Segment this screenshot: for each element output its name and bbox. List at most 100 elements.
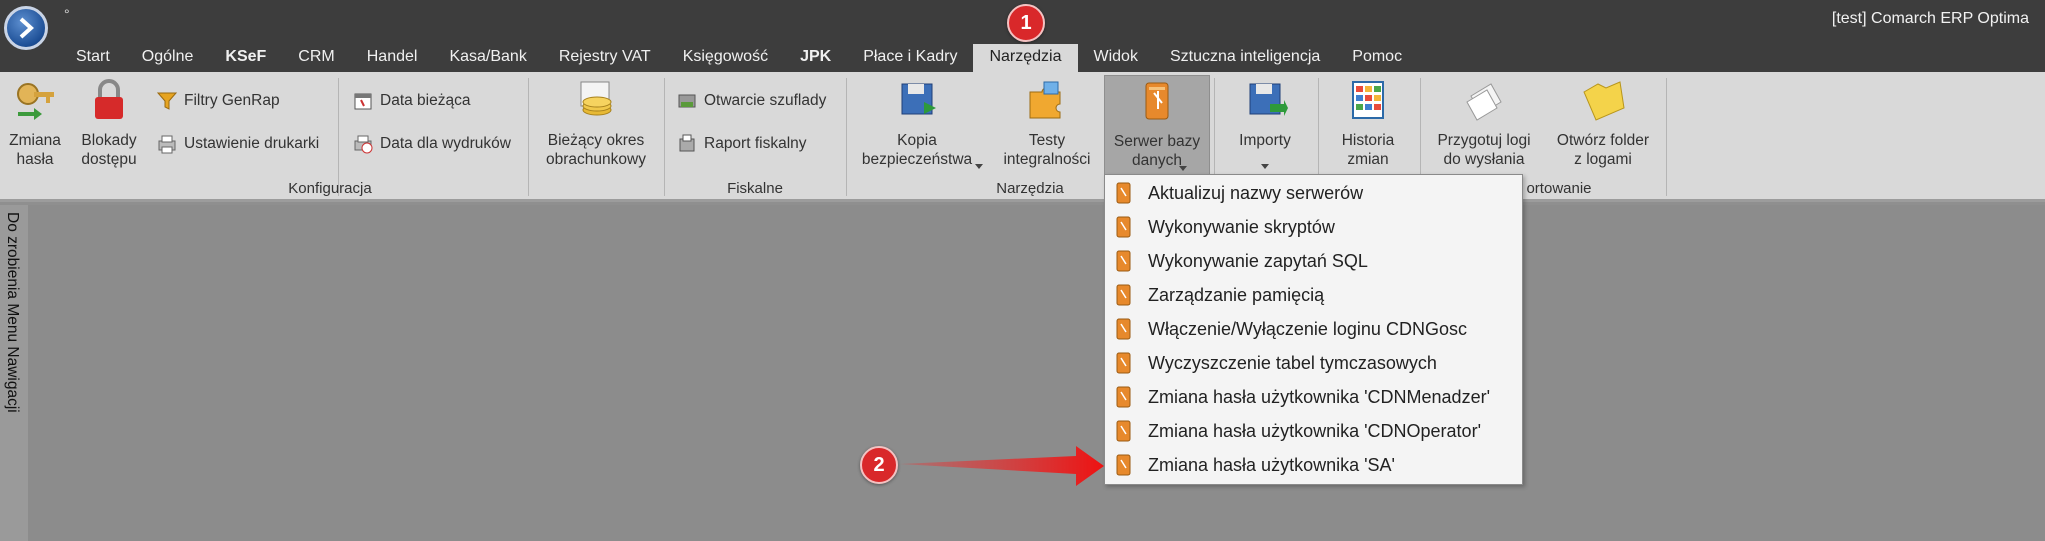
- testy-integralnosci-button[interactable]: Testy integralności: [994, 78, 1100, 169]
- raport-fiskalny-button[interactable]: Raport fiskalny: [676, 133, 807, 155]
- filter-icon: [156, 92, 178, 110]
- raport-label: Raport fiskalny: [704, 135, 807, 152]
- menu-item-label: Wyczyszczenie tabel tymczasowych: [1148, 352, 1437, 373]
- ribbon: Zmiana hasła Blokady dostępu Filtry GenR…: [0, 72, 2045, 202]
- data-biezaca-button[interactable]: Data bieżąca: [352, 90, 470, 112]
- tab-1[interactable]: Ogólne: [126, 44, 210, 72]
- tab-7[interactable]: Księgowość: [667, 44, 784, 72]
- kopia-bezpieczenstwa-button[interactable]: Kopia bezpieczeństwa: [852, 78, 983, 169]
- tab-11[interactable]: Widok: [1078, 44, 1154, 72]
- kopia-label: Kopia bezpieczeństwa: [861, 132, 973, 168]
- menu-item-2[interactable]: Wykonywanie zapytań SQL: [1113, 244, 1513, 278]
- puzzle-icon: [1029, 81, 1061, 119]
- serwer-label: Serwer bazy danych: [1113, 133, 1201, 169]
- biezacy-okres-button[interactable]: Bieżący okres obrachunkowy: [538, 78, 654, 169]
- okres-label: Bieżący okres obrachunkowy: [546, 132, 646, 168]
- history-grid-icon: [1352, 81, 1384, 119]
- serwer-bazy-danych-button[interactable]: Serwer bazy danych: [1104, 75, 1210, 182]
- group-narzedzia-label: Narzędzia: [996, 180, 1064, 197]
- accounting-period-icon: [580, 81, 612, 116]
- annotation-badge-2: 2: [860, 446, 898, 484]
- zmiana-hasla-button[interactable]: Zmiana hasła: [4, 78, 66, 169]
- ustawienie-drukarki-button[interactable]: Ustawienie drukarki: [156, 133, 319, 155]
- window-title: [test] Comarch ERP Optima: [1831, 10, 2029, 27]
- tab-3[interactable]: CRM: [282, 44, 350, 72]
- filtry-genrap-button[interactable]: Filtry GenRap: [156, 90, 280, 112]
- group-importowanie-label: ortowanie: [1526, 180, 1592, 197]
- przygotuj-logi-button[interactable]: Przygotuj logi do wysłania: [1428, 78, 1540, 169]
- menu-item-4[interactable]: Włączenie/Wyłączenie loginu CDNGosc: [1113, 312, 1513, 346]
- dropdown-arrow-icon: [975, 164, 983, 169]
- app-menu-button[interactable]: [4, 6, 48, 50]
- print-date-icon: [354, 135, 373, 154]
- blokady-button[interactable]: Blokady dostępu: [72, 78, 146, 169]
- historia-zmian-button[interactable]: Historia zmian: [1326, 78, 1410, 169]
- otworz-folder-button[interactable]: Otwórz folder z logami: [1548, 78, 1658, 169]
- tab-0[interactable]: Start: [60, 44, 126, 72]
- tab-10[interactable]: Narzędzia: [973, 44, 1078, 72]
- cash-drawer-icon: [678, 94, 696, 108]
- data-wydrukow-button[interactable]: Data dla wydruków: [352, 133, 511, 155]
- dropdown-arrow-icon: [1261, 164, 1269, 169]
- folder-icon: [1583, 81, 1625, 121]
- menu-item-label: Zmiana hasła użytkownika 'CDNOperator': [1148, 420, 1481, 441]
- menu-item-5[interactable]: Wyczyszczenie tabel tymczasowych: [1113, 346, 1513, 380]
- lock-icon: [95, 79, 123, 119]
- otworz-label: Otwórz folder z logami: [1556, 132, 1650, 168]
- printer-icon: [158, 135, 176, 154]
- dropdown-arrow-icon: [1179, 166, 1187, 171]
- blokady-label: Blokady dostępu: [81, 132, 137, 168]
- group-konfiguracja-label: Konfiguracja: [288, 180, 372, 197]
- tab-5[interactable]: Kasa/Bank: [433, 44, 542, 72]
- database-icon: [1116, 386, 1131, 408]
- menu-item-3[interactable]: Zarządzanie pamięcią: [1113, 278, 1513, 312]
- database-icon: [1116, 352, 1131, 374]
- menu-item-6[interactable]: Zmiana hasła użytkownika 'CDNMenadzer': [1113, 380, 1513, 414]
- otwarcie-szuflady-button[interactable]: Otwarcie szuflady: [676, 90, 826, 112]
- database-icon: [1116, 284, 1131, 306]
- data-biezaca-label: Data bieżąca: [380, 92, 471, 109]
- menu-item-8[interactable]: Zmiana hasła użytkownika 'SA': [1113, 448, 1513, 482]
- menu-item-label: Zarządzanie pamięcią: [1148, 284, 1325, 305]
- database-icon: [1116, 250, 1131, 272]
- serwer-dropdown-menu: Aktualizuj nazwy serwerów Wykonywanie skr…: [1104, 174, 1523, 485]
- menu-item-7[interactable]: Zmiana hasła użytkownika 'CDNOperator': [1113, 414, 1513, 448]
- separator: [664, 78, 665, 196]
- import-floppy-icon: [1249, 83, 1288, 116]
- database-server-icon: [1145, 82, 1169, 120]
- fiscal-report-icon: [679, 134, 695, 152]
- data-wydrukow-label: Data dla wydruków: [380, 135, 511, 152]
- ribbon-tabs: Start Ogólne KSeF CRM Handel Kasa/Bank Rejestr…: [60, 44, 1418, 72]
- log-papers-icon: [1466, 83, 1502, 121]
- menu-item-1[interactable]: Wykonywanie skryptów: [1113, 210, 1513, 244]
- annotation-arrow: [900, 446, 1104, 486]
- tab-9[interactable]: Płace i Kadry: [847, 44, 973, 72]
- annotation-badge-1: 1: [1007, 4, 1045, 42]
- importy-button[interactable]: Importy: [1222, 78, 1308, 169]
- filtry-label: Filtry GenRap: [184, 92, 280, 109]
- side-panel-tabs[interactable]: Do zrobienia Menu Nawigacji: [3, 212, 21, 413]
- menu-item-label: Zmiana hasła użytkownika 'SA': [1148, 454, 1395, 475]
- menu-item-0[interactable]: Aktualizuj nazwy serwerów: [1113, 176, 1513, 210]
- group-fiskalne-label: Fiskalne: [727, 180, 783, 197]
- tab-4[interactable]: Handel: [351, 44, 434, 72]
- historia-label: Historia zmian: [1341, 132, 1395, 168]
- testy-label: Testy integralności: [1003, 132, 1091, 168]
- menu-item-label: Zmiana hasła użytkownika 'CDNMenadzer': [1148, 386, 1491, 407]
- tab-6[interactable]: Rejestry VAT: [543, 44, 667, 72]
- tab-8[interactable]: JPK: [784, 44, 847, 72]
- tab-13[interactable]: Pomoc: [1336, 44, 1418, 72]
- database-icon: [1116, 318, 1131, 340]
- separator: [338, 78, 339, 196]
- otwarcie-label: Otwarcie szuflady: [704, 92, 827, 109]
- database-icon: [1116, 216, 1131, 238]
- tab-12[interactable]: Sztuczna inteligencja: [1154, 44, 1336, 72]
- menu-item-label: Włączenie/Wyłączenie loginu CDNGosc: [1148, 318, 1467, 339]
- chevron-right-icon: [19, 17, 34, 39]
- database-icon: [1116, 454, 1131, 476]
- separator: [1666, 78, 1667, 196]
- tab-2[interactable]: KSeF: [209, 44, 282, 72]
- ustawienie-label: Ustawienie drukarki: [184, 135, 320, 152]
- zmiana-hasla-label: Zmiana hasła: [9, 132, 61, 168]
- key-password-icon: [17, 83, 54, 120]
